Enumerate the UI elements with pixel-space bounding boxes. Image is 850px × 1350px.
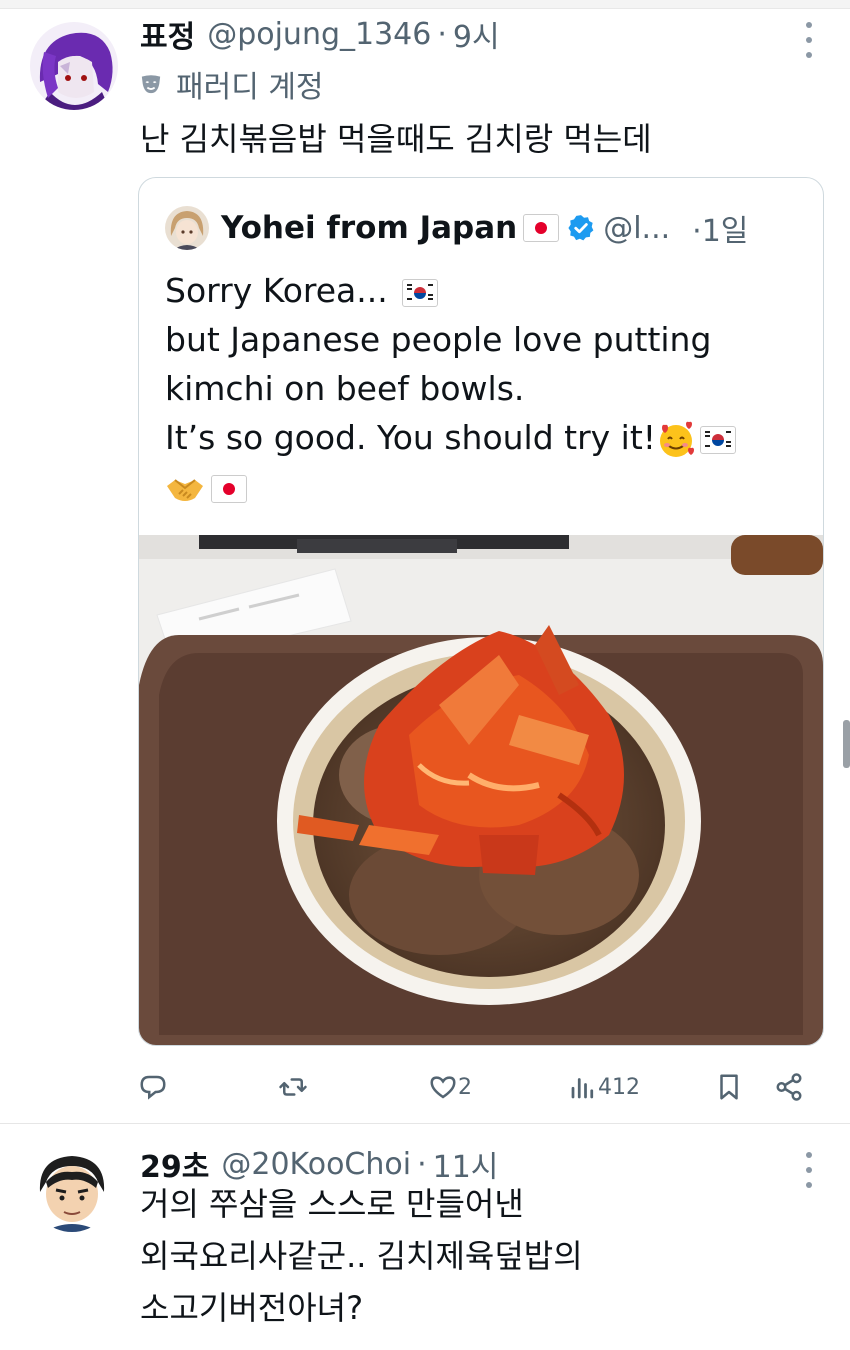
separator-dot: · [437, 16, 447, 52]
quoted-line-3: kimchi on beef bowls. [165, 369, 525, 408]
quoted-tweet-image[interactable] [139, 535, 823, 1045]
quoted-timestamp[interactable]: ·1일 [692, 206, 748, 250]
handshake-icon [167, 478, 203, 501]
smiling-face-with-hearts-icon [660, 421, 695, 457]
quoted-tweet[interactable]: Yohei from Japan @l... ·1일 Sorry Korea..… [138, 177, 824, 1046]
tweet-text: 난 김치볶음밥 먹을때도 김치랑 먹는데 [140, 120, 652, 158]
more-options-icon[interactable] [804, 22, 814, 58]
handle[interactable]: @20KooChoi [221, 1147, 411, 1182]
parody-label: 패러디 계정 [140, 64, 324, 105]
views-icon [571, 1078, 594, 1099]
tweet-line: 소고기버전아녀? [140, 1289, 364, 1327]
japan-flag-icon [523, 214, 560, 242]
quoted-avatar[interactable] [165, 206, 209, 250]
avatar[interactable] [30, 1148, 114, 1232]
share-icon [776, 1073, 802, 1101]
japan-flag-icon [211, 474, 247, 503]
quoted-line-text: It’s so good. You should try it! [165, 418, 657, 457]
reply-icon [140, 1075, 166, 1100]
korea-flag-icon [402, 278, 439, 307]
bookmark-icon [720, 1074, 738, 1100]
like-button[interactable]: 2 [428, 1062, 472, 1112]
quoted-display-name[interactable]: Yohei from Japan [221, 210, 517, 246]
handle[interactable]: @pojung_1346 [207, 17, 431, 52]
tweet[interactable]: 29초 @20KooChoi · 11시 거의 쭈삼을 스스로 만들어낸 외국요… [0, 1124, 850, 1350]
view-count: 412 [598, 1074, 640, 1100]
heart-icon [430, 1076, 456, 1099]
parody-label-text: 패러디 계정 [176, 70, 324, 105]
quoted-line-1: Sorry Korea... [165, 266, 805, 315]
display-name[interactable]: 표정 [140, 12, 195, 56]
quoted-tweet-text: Sorry Korea... but Japanese people love … [165, 266, 805, 511]
tweet-line: 거의 쭈삼을 스스로 만들어낸 [140, 1185, 524, 1223]
quoted-handle[interactable]: @l... [603, 211, 670, 246]
tweet[interactable]: 표정 @pojung_1346 · 9시 패러디 계정 난 김치볶음밥 먹을때도… [0, 8, 850, 1123]
tweet-actions: 2 412 [138, 1062, 814, 1112]
korea-flag-icon [700, 425, 737, 454]
share-button[interactable] [774, 1062, 804, 1112]
more-options-icon[interactable] [804, 1152, 814, 1188]
quoted-line-2: but Japanese people love putting [165, 320, 712, 359]
quoted-line-4: It’s so good. You should try it! [165, 413, 805, 462]
verified-badge-icon [568, 215, 594, 241]
retweet-icon [279, 1078, 307, 1096]
timestamp[interactable]: 9시 [453, 12, 500, 56]
tweet-line: 외국요리사같군.. 김치제육덮밥의 [140, 1237, 583, 1275]
quoted-time: 1일 [701, 214, 749, 249]
bookmark-button[interactable] [714, 1062, 744, 1112]
avatar[interactable] [30, 22, 118, 110]
scrollbar[interactable] [843, 720, 850, 768]
quoted-line-text: Sorry Korea... [165, 271, 388, 310]
separator-dot: · [692, 214, 702, 249]
tweet-text: 거의 쭈삼을 스스로 만들어낸 외국요리사같군.. 김치제육덮밥의 소고기버전아… [140, 1178, 583, 1334]
views-button[interactable]: 412 [568, 1062, 640, 1112]
retweet-button[interactable] [278, 1062, 308, 1112]
quoted-tweet-header: Yohei from Japan @l... ·1일 [165, 206, 748, 250]
parody-mask-icon [141, 75, 161, 94]
quoted-line-5 [165, 462, 805, 511]
separator-dot: · [417, 1146, 427, 1182]
like-count: 2 [458, 1074, 472, 1100]
tweet-header: 표정 @pojung_1346 · 9시 [140, 12, 500, 56]
reply-button[interactable] [138, 1062, 168, 1112]
